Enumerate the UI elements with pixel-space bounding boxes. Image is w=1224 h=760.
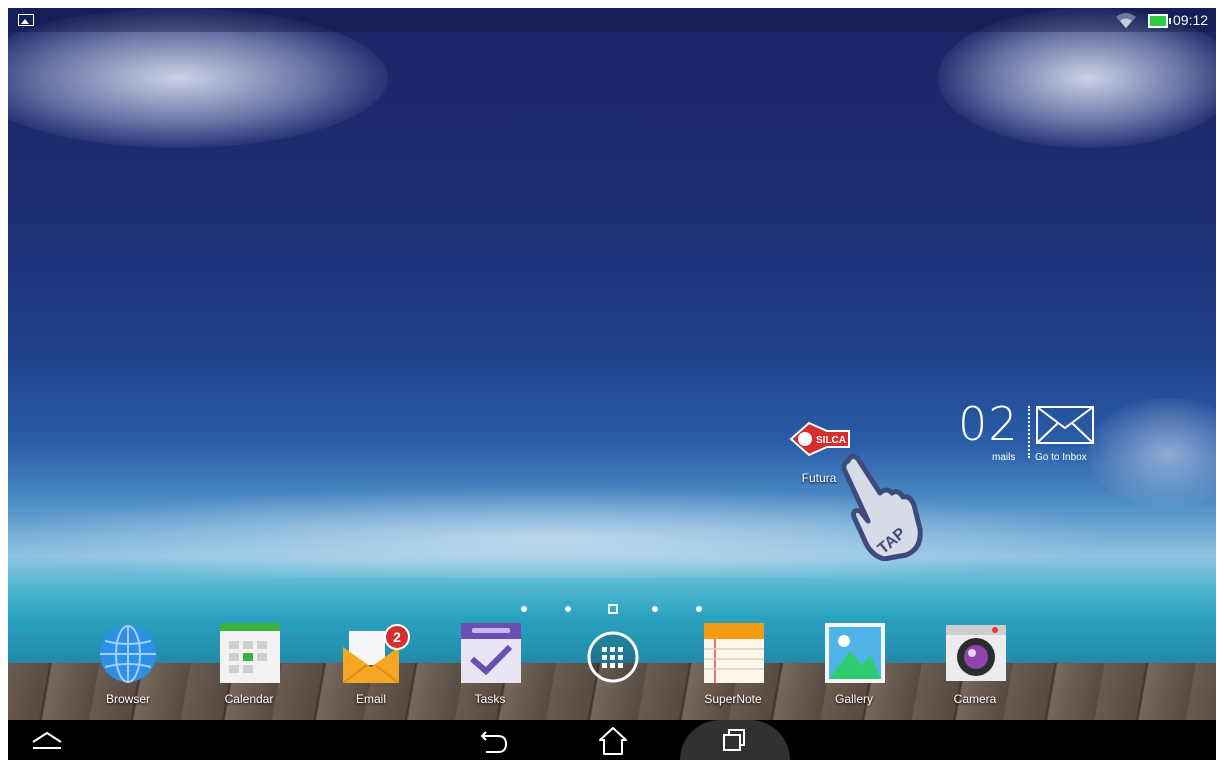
dock-app-label: Email: [355, 692, 386, 706]
horizon-haze: [8, 478, 1216, 578]
dock-app-supernote[interactable]: SuperNote: [688, 621, 778, 709]
back-icon[interactable]: [478, 726, 510, 756]
home-screen: 09:12 SILCA Futura TAP 02 mails Go to In…: [8, 8, 1216, 760]
page-dot-current[interactable]: [608, 604, 618, 614]
dock-app-gallery[interactable]: Gallery: [809, 621, 899, 709]
tasks-icon: [461, 623, 521, 683]
email-icon: 2: [342, 624, 410, 683]
dock-app-camera[interactable]: Camera: [930, 621, 1020, 709]
wifi-icon: [1116, 13, 1136, 28]
globe-icon: [100, 625, 156, 683]
dock-app-label: SuperNote: [704, 692, 762, 706]
mail-count-label: mails: [992, 452, 1016, 463]
page-dot[interactable]: [565, 606, 571, 612]
calendar-icon: [220, 623, 280, 683]
all-apps-button[interactable]: [568, 621, 658, 709]
battery-icon: [1148, 14, 1171, 28]
dock-app-label: Calendar: [224, 692, 274, 706]
mail-widget[interactable]: 02 mails Go to Inbox: [958, 400, 1098, 466]
dock-app-label: Camera: [953, 692, 997, 706]
all-apps-icon: [587, 631, 639, 683]
clock: 09:12: [1173, 12, 1209, 28]
gallery-icon: [825, 623, 885, 683]
status-bar: 09:12: [8, 8, 1216, 32]
mail-divider: [1028, 406, 1030, 458]
notebook-icon: [704, 623, 764, 683]
mail-count: 02: [958, 397, 1019, 451]
page-dot[interactable]: [652, 606, 658, 612]
home-icon[interactable]: [596, 724, 630, 756]
dock-app-browser[interactable]: Browser: [83, 621, 173, 709]
tap-hand-icon: TAP: [841, 453, 923, 561]
email-badge: 2: [393, 629, 401, 645]
envelope-icon[interactable]: [1036, 406, 1094, 444]
silca-logo-text: SILCA: [816, 435, 846, 446]
camera-icon: [946, 625, 1006, 681]
dock-app-label: Tasks: [474, 692, 506, 706]
dock-app-calendar[interactable]: Calendar: [204, 621, 294, 709]
dock-app-tasks[interactable]: Tasks: [445, 621, 535, 709]
menu-up-icon[interactable]: [30, 730, 64, 750]
recents-icon[interactable]: [720, 726, 748, 754]
gallery-notification-icon[interactable]: [18, 14, 34, 26]
dock-app-label: Browser: [105, 692, 150, 706]
go-to-inbox-link[interactable]: Go to Inbox: [1035, 452, 1087, 463]
dock-app-label: Gallery: [834, 692, 873, 706]
dock-app-email[interactable]: 2 Email: [326, 621, 416, 709]
page-dot[interactable]: [696, 606, 702, 612]
page-dot[interactable]: [521, 606, 527, 612]
